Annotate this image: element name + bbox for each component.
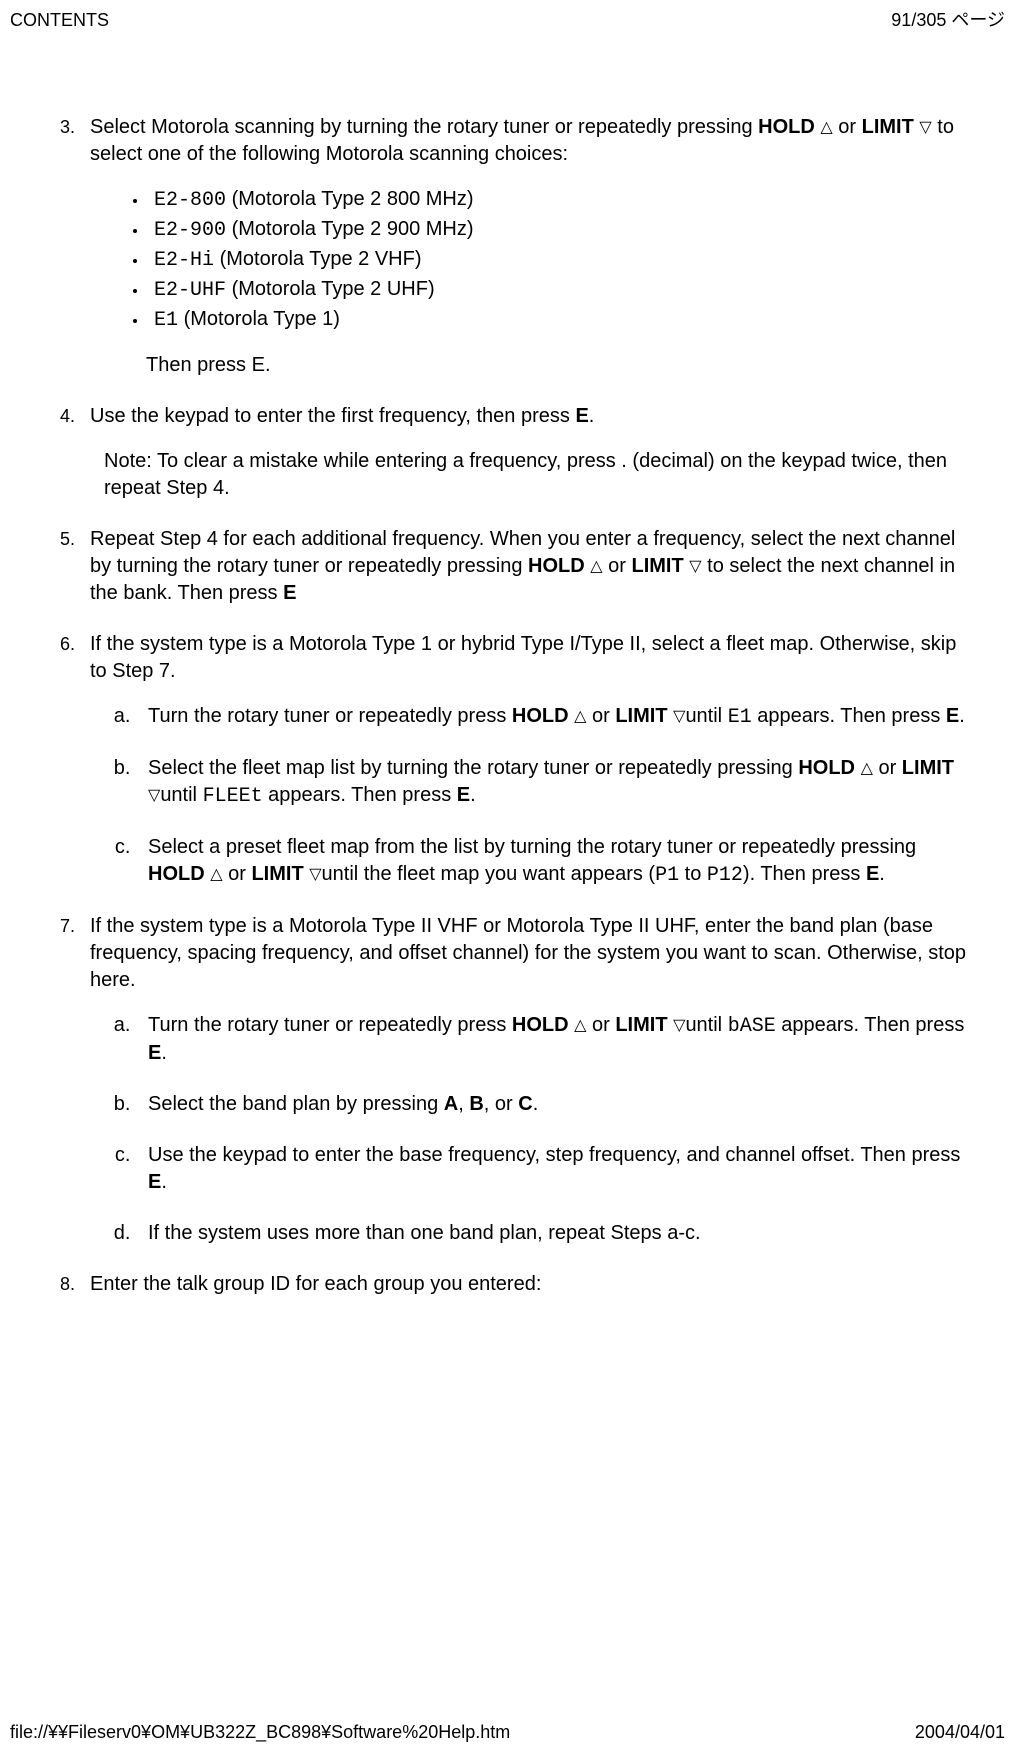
step-7c: Use the keypad to enter the base frequen…	[136, 1142, 975, 1196]
step-3-then: Then press E.	[146, 352, 975, 379]
step-5-text: Repeat Step 4 for each additional freque…	[90, 528, 955, 604]
list-item: E1 (Motorola Type 1)	[148, 306, 975, 334]
page-header: CONTENTS 91/305 ページ	[0, 0, 1015, 34]
triangle-up-icon: △	[574, 708, 586, 725]
step-6-sublist: Turn the rotary tuner or repeatedly pres…	[90, 703, 975, 889]
step-7: If the system type is a Motorola Type II…	[80, 913, 975, 1247]
motorola-choice-list: E2-800 (Motorola Type 2 800 MHz) E2-900 …	[90, 186, 975, 334]
triangle-up-icon: △	[210, 866, 222, 883]
list-item: E2-UHF (Motorola Type 2 UHF)	[148, 276, 975, 304]
triangle-up-icon: △	[574, 1017, 586, 1034]
triangle-down-icon: ▽	[309, 866, 321, 883]
step-4-text: Use the keypad to enter the first freque…	[90, 405, 594, 427]
step-6-lead: If the system type is a Motorola Type 1 …	[90, 633, 956, 682]
list-item: E2-Hi (Motorola Type 2 VHF)	[148, 246, 975, 274]
triangle-up-icon: △	[590, 558, 602, 575]
main-steps-list: Select Motorola scanning by turning the …	[40, 114, 975, 1298]
page-footer: file://¥¥Fileserv0¥OM¥UB322Z_BC898¥Softw…	[10, 1720, 1005, 1744]
triangle-down-icon: ▽	[919, 119, 931, 136]
step-7-lead: If the system type is a Motorola Type II…	[90, 915, 966, 991]
triangle-down-icon: ▽	[673, 1017, 685, 1034]
page-content: Select Motorola scanning by turning the …	[0, 34, 1015, 1362]
step-7b: Select the band plan by pressing A, B, o…	[136, 1091, 975, 1118]
footer-left: file://¥¥Fileserv0¥OM¥UB322Z_BC898¥Softw…	[10, 1720, 510, 1744]
step-6b: Select the fleet map list by turning the…	[136, 755, 975, 810]
triangle-up-icon: △	[861, 760, 873, 777]
triangle-down-icon: ▽	[689, 558, 701, 575]
step-7d: If the system uses more than one band pl…	[136, 1220, 975, 1247]
triangle-up-icon: △	[820, 119, 832, 136]
step-6: If the system type is a Motorola Type 1 …	[80, 631, 975, 889]
header-left: CONTENTS	[10, 8, 109, 32]
step-5: Repeat Step 4 for each additional freque…	[80, 526, 975, 607]
triangle-down-icon: ▽	[148, 787, 160, 804]
step-3-text: Select Motorola scanning by turning the …	[90, 116, 954, 165]
list-item: E2-800 (Motorola Type 2 800 MHz)	[148, 186, 975, 214]
step-3: Select Motorola scanning by turning the …	[80, 114, 975, 379]
step-4-note: Note: To clear a mistake while entering …	[104, 448, 975, 502]
list-item: E2-900 (Motorola Type 2 900 MHz)	[148, 216, 975, 244]
step-7a: Turn the rotary tuner or repeatedly pres…	[136, 1012, 975, 1067]
step-6a: Turn the rotary tuner or repeatedly pres…	[136, 703, 975, 731]
header-right: 91/305 ページ	[891, 8, 1005, 32]
step-6c: Select a preset fleet map from the list …	[136, 834, 975, 889]
triangle-down-icon: ▽	[673, 708, 685, 725]
step-4: Use the keypad to enter the first freque…	[80, 403, 975, 502]
step-7-sublist: Turn the rotary tuner or repeatedly pres…	[90, 1012, 975, 1247]
step-8: Enter the talk group ID for each group y…	[80, 1271, 975, 1298]
footer-right: 2004/04/01	[915, 1720, 1005, 1744]
